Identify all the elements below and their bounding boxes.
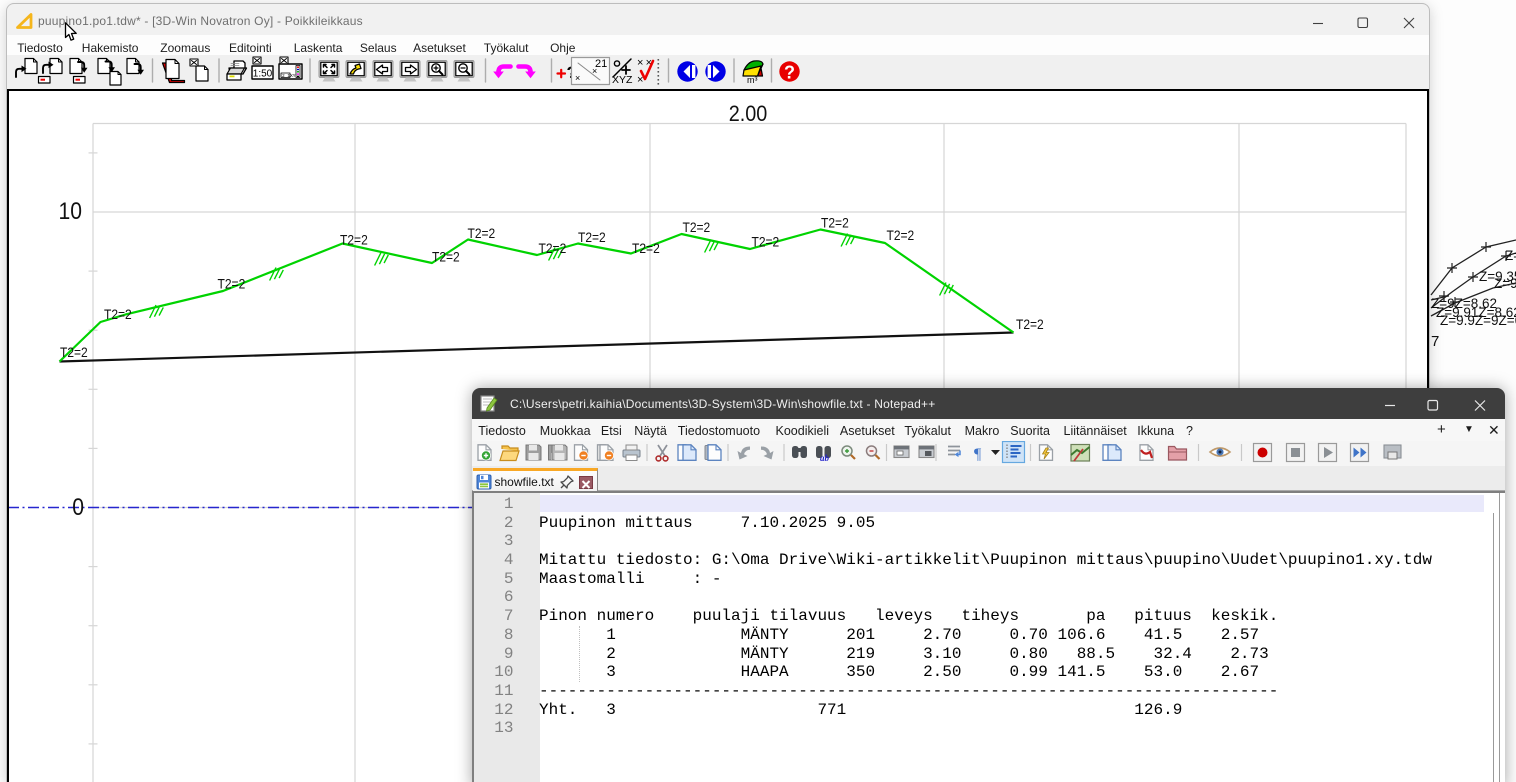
svg-text:2.00: 2.00: [729, 102, 768, 126]
svg-text:T2=2: T2=2: [887, 227, 915, 243]
svg-text:T2=2: T2=2: [632, 240, 660, 256]
svg-text:T2=2: T2=2: [1016, 316, 1044, 332]
svg-text:×: ×: [575, 73, 580, 83]
svg-text:0: 0: [72, 494, 84, 521]
svg-text:2 1XY: 2 1XY: [282, 73, 296, 79]
svg-text:T2=2: T2=2: [752, 234, 780, 250]
svg-text:Z=9: Z=9: [1505, 248, 1516, 263]
svg-text:T2=2: T2=2: [682, 219, 710, 235]
svg-text:T2=2: T2=2: [821, 215, 849, 231]
svg-text:T2=2: T2=2: [60, 344, 88, 360]
svg-text:T2=2: T2=2: [432, 249, 460, 265]
svg-text:T2=2: T2=2: [539, 240, 567, 256]
svg-text:m³: m³: [747, 75, 758, 85]
svg-text:T2=2: T2=2: [217, 276, 245, 292]
svg-text:T2=2: T2=2: [467, 225, 495, 241]
svg-text:Z=9.: Z=9.: [1494, 276, 1516, 291]
svg-text:10: 10: [59, 198, 82, 225]
svg-text:Z=9.9Z=9Z=6: Z=9.9Z=9Z=6: [1440, 313, 1516, 328]
svg-text:ab: ab: [820, 453, 830, 463]
svg-text:?: ?: [784, 63, 795, 83]
svg-text:21: 21: [595, 58, 607, 70]
svg-text:T2=2: T2=2: [104, 306, 132, 322]
svg-text:1:50: 1:50: [253, 69, 273, 80]
svg-text:7: 7: [1431, 333, 1439, 350]
svg-text:T2=2: T2=2: [578, 229, 606, 245]
svg-text:XYZ: XYZ: [612, 74, 633, 86]
svg-text:¶: ¶: [974, 446, 982, 463]
svg-text:T2=2: T2=2: [340, 232, 368, 248]
